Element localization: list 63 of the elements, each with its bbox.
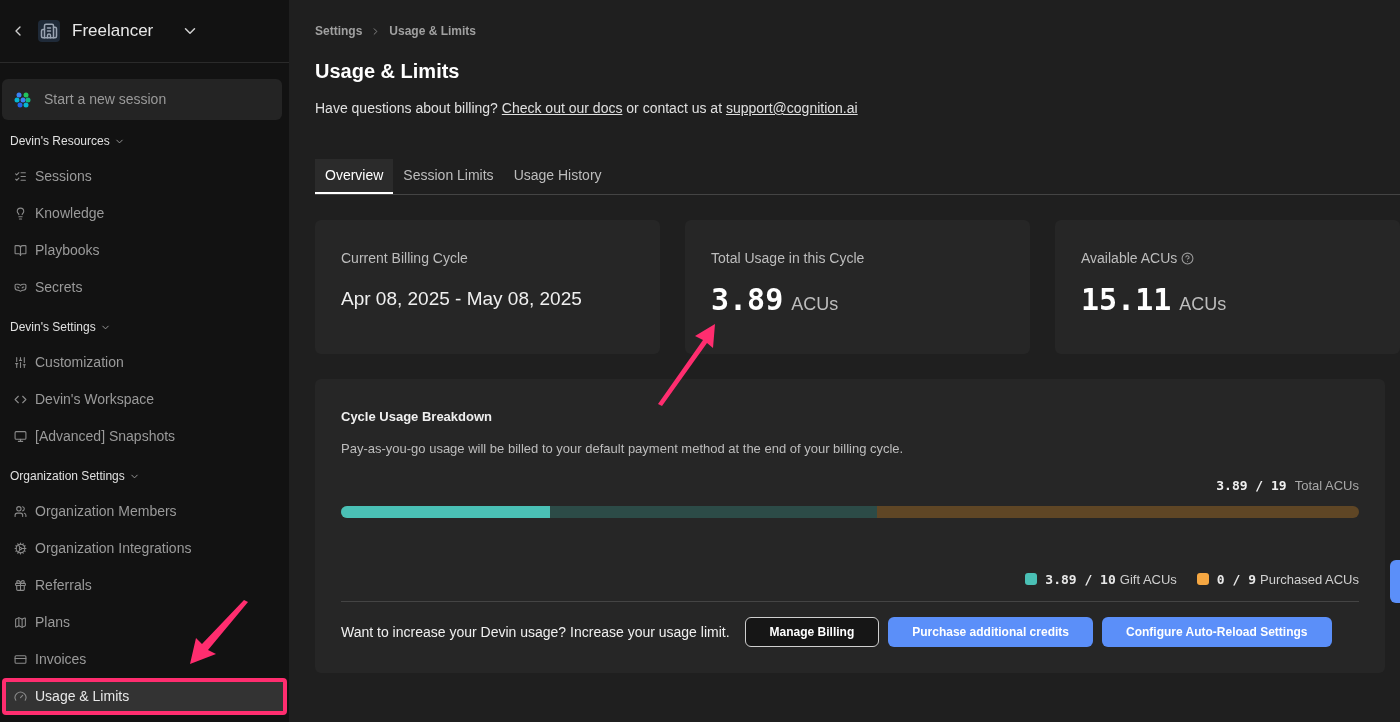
page-title: Usage & Limits — [315, 59, 461, 84]
section-heading[interactable]: Organization Settings — [10, 467, 125, 485]
map-icon — [14, 616, 27, 629]
legend-label: Gift ACUs — [1119, 570, 1177, 589]
stat-label: Available ACUs — [1081, 249, 1178, 268]
section-heading[interactable]: Devin's Resources — [10, 132, 110, 150]
gauge-icon — [14, 690, 27, 703]
legend-label: Purchased ACUs — [1260, 570, 1359, 589]
sidebar-item[interactable]: Invoices — [6, 645, 283, 674]
total-usage-value: 3.89 / 19 — [1216, 477, 1287, 495]
side-tab[interactable] — [1390, 560, 1400, 603]
sidebar-item[interactable]: Organization Integrations — [6, 534, 283, 563]
sidebar-item[interactable]: Organization Members — [6, 497, 283, 526]
upgrade-prompt: Want to increase your Devin usage? Increase your usage limit. — [341, 622, 730, 642]
new-session-button[interactable]: Start a new session — [2, 79, 282, 120]
email-link[interactable]: support@cognition.ai — [725, 100, 858, 116]
sidebar-item[interactable]: Devin's Workspace — [6, 385, 283, 414]
billing-help-text: Have questions about billing? Check out our docs or contact us at support@cognition.ai — [315, 99, 859, 118]
sidebar-item[interactable]: Playbooks — [6, 236, 283, 265]
gift-icon — [14, 579, 27, 592]
docs-link[interactable]: Check out our docs — [501, 100, 623, 116]
card-icon — [14, 653, 27, 666]
logo-icon — [14, 90, 32, 109]
building-icon — [38, 20, 60, 42]
stat-value: 3.89 — [711, 281, 784, 319]
annotation-arrow — [188, 600, 250, 666]
sidebar-item[interactable]: Referrals — [6, 571, 283, 600]
total-usage-label: Total ACUs — [1294, 477, 1359, 495]
stat-label: Current Billing Cycle — [341, 249, 468, 268]
action-button[interactable]: Manage Billing — [744, 617, 880, 647]
gear-icon — [14, 542, 27, 555]
billing-cycle-dates: Apr 08, 2025 - May 08, 2025 — [341, 287, 583, 311]
tab[interactable]: Session Limits — [393, 159, 504, 194]
breadcrumb-current: Usage & Limits — [389, 23, 477, 40]
stat-value: 15.11 — [1081, 281, 1172, 319]
sidebar-item[interactable]: Usage & Limits — [6, 682, 283, 711]
sliders-icon — [14, 356, 27, 369]
stat-label: Total Usage in this Cycle — [711, 249, 865, 268]
stat-unit: ACUs — [1179, 293, 1227, 316]
legend-value: 0 / 9 — [1216, 570, 1256, 589]
legend-value: 3.89 / 10 — [1045, 570, 1116, 589]
lightbulb-icon — [14, 207, 27, 220]
card-description: Pay-as-you-go usage will be billed to your default payment method at the end of your billing cycle. — [341, 439, 905, 458]
list-icon — [14, 170, 27, 183]
workspace-name[interactable]: Freelancer — [72, 18, 154, 44]
tab[interactable]: Overview — [315, 159, 394, 194]
breadcrumb-link[interactable]: Settings — [315, 22, 363, 40]
card-title: Cycle Usage Breakdown — [341, 408, 493, 426]
code-icon — [14, 393, 27, 406]
sidebar-item[interactable]: Sessions — [6, 162, 283, 191]
section-heading[interactable]: Devin's Settings — [10, 318, 96, 336]
book-icon — [14, 244, 27, 257]
tab[interactable]: Usage History — [503, 159, 612, 194]
help-icon[interactable] — [1181, 252, 1195, 265]
sidebar-item[interactable]: Plans — [6, 608, 283, 637]
monitor-icon — [14, 430, 27, 443]
sidebar-item[interactable]: Knowledge — [6, 199, 283, 228]
stat-unit: ACUs — [791, 293, 839, 316]
users-icon — [14, 505, 27, 518]
sidebar-item[interactable]: [Advanced] Snapshots — [6, 422, 283, 451]
sidebar-item[interactable]: Secrets — [6, 273, 283, 302]
mask-icon — [14, 281, 27, 294]
sidebar-item[interactable]: Customization — [6, 348, 283, 377]
